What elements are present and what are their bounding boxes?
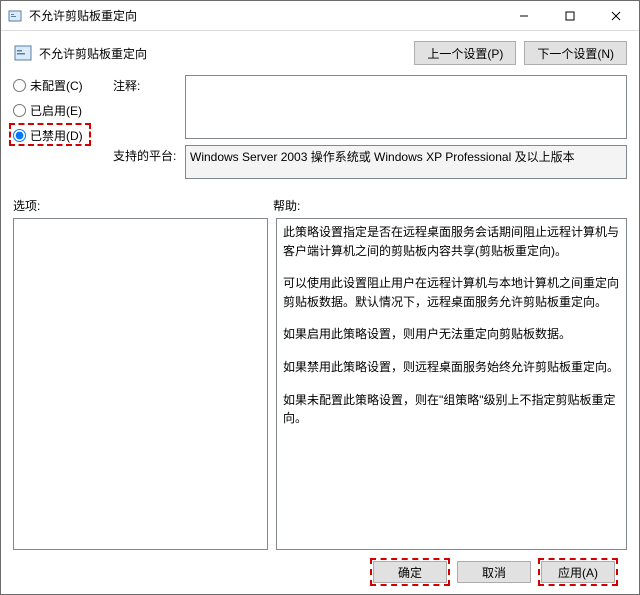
- help-paragraph: 如果未配置此策略设置，则在"组策略"级别上不指定剪贴板重定向。: [283, 391, 620, 428]
- window-title: 不允许剪贴板重定向: [29, 7, 501, 24]
- help-paragraph: 如果禁用此策略设置，则远程桌面服务始终允许剪贴板重定向。: [283, 358, 620, 377]
- help-paragraph: 此策略设置指定是否在远程桌面服务会话期间阻止远程计算机与客户端计算机之间的剪贴板…: [283, 223, 620, 260]
- help-paragraph: 可以使用此设置阻止用户在远程计算机与本地计算机之间重定向剪贴板数据。默认情况下，…: [283, 274, 620, 311]
- help-label: 帮助:: [273, 197, 300, 214]
- radio-enabled[interactable]: 已启用(E): [13, 102, 113, 119]
- state-radio-group: 未配置(C) 已启用(E) 已禁用(D): [13, 75, 113, 144]
- radio-disabled-input[interactable]: [13, 129, 26, 142]
- header-row: 不允许剪贴板重定向 上一个设置(P) 下一个设置(N): [13, 41, 627, 65]
- apply-button[interactable]: 应用(A): [541, 561, 615, 583]
- options-label: 选项:: [13, 197, 273, 214]
- radio-not-configured-input[interactable]: [13, 79, 26, 92]
- help-paragraph: 如果启用此策略设置，则用户无法重定向剪贴板数据。: [283, 325, 620, 344]
- button-label: 确定: [398, 564, 422, 581]
- button-label: 取消: [482, 564, 506, 581]
- window-controls: [501, 1, 639, 30]
- maximize-button[interactable]: [547, 1, 593, 30]
- radio-not-configured[interactable]: 未配置(C): [13, 77, 113, 94]
- gpo-editor-window: 不允许剪贴板重定向 不允许剪贴板重定向 上一个设置(P) 下一个设置(N) 未配…: [0, 0, 640, 595]
- footer: 确定 取消 应用(A): [13, 550, 627, 594]
- options-pane: [13, 218, 268, 550]
- radio-label: 已禁用(D): [30, 127, 83, 144]
- help-pane: 此策略设置指定是否在远程桌面服务会话期间阻止远程计算机与客户端计算机之间的剪贴板…: [276, 218, 627, 550]
- platform-text: Windows Server 2003 操作系统或 Windows XP Pro…: [185, 145, 627, 179]
- minimize-button[interactable]: [501, 1, 547, 30]
- policy-name: 不允许剪贴板重定向: [39, 45, 406, 62]
- radio-enabled-input[interactable]: [13, 104, 26, 117]
- radio-label: 未配置(C): [30, 77, 83, 94]
- prev-setting-button[interactable]: 上一个设置(P): [414, 41, 516, 65]
- comment-input[interactable]: [185, 75, 627, 139]
- radio-label: 已启用(E): [30, 102, 82, 119]
- platform-label: 支持的平台:: [113, 145, 177, 164]
- policy-large-icon: [13, 43, 33, 63]
- next-setting-button[interactable]: 下一个设置(N): [524, 41, 627, 65]
- button-label: 应用(A): [558, 564, 598, 581]
- policy-icon: [7, 8, 23, 24]
- close-button[interactable]: [593, 1, 639, 30]
- titlebar: 不允许剪贴板重定向: [1, 1, 639, 31]
- ok-button[interactable]: 确定: [373, 561, 447, 583]
- cancel-button[interactable]: 取消: [457, 561, 531, 583]
- comment-label: 注释:: [113, 75, 177, 94]
- radio-disabled[interactable]: 已禁用(D): [13, 127, 113, 144]
